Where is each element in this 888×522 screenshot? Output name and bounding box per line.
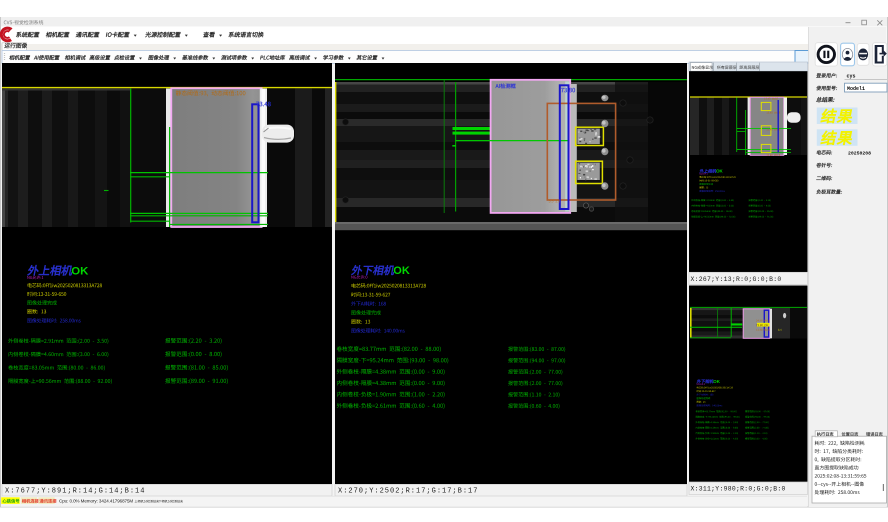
svg-text:OK: OK xyxy=(713,379,720,384)
svg-text:20250208: 20250208 xyxy=(848,150,871,156)
svg-text:X:311;Y:980;R:0;G:0;B:0: X:311;Y:980;R:0;G:0;B:0 xyxy=(691,486,786,493)
svg-text:OK: OK xyxy=(393,265,410,277)
svg-text:X:7677;Y:891;R:14;G:14;B:14: X:7677;Y:891;R:14;G:14;B:14 xyxy=(5,487,145,495)
svg-text:OK: OK xyxy=(71,266,89,278)
svg-text:X:267;Y:13;R:0;G:0;B:0: X:267;Y:13;R:0;G:0;B:0 xyxy=(691,276,782,283)
svg-text:cys: cys xyxy=(847,74,856,80)
svg-text:X:270;Y:2502;R:17;G:17;B:17: X:270;Y:2502;R:17;G:17;B:17 xyxy=(338,487,478,495)
svg-text:OK: OK xyxy=(716,169,723,174)
svg-text:Model1: Model1 xyxy=(847,86,865,92)
svg-text:Cpu: 0.0% Memory: 3424.4179687: Cpu: 0.0% Memory: 3424.41796875M xyxy=(59,499,133,504)
